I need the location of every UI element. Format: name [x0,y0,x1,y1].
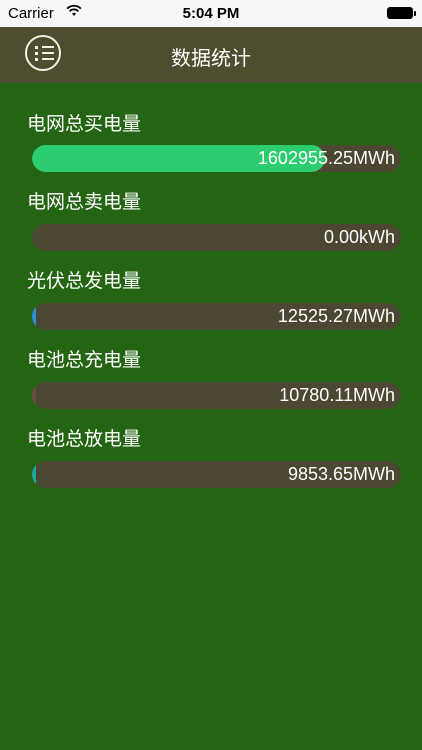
stat-value-grid-sell: 0.00kWh [323,227,395,247]
progress-bar-pv-generation: 12525.27MWh [32,303,401,330]
stat-value-grid-buy: 1602955.25MWh [257,148,395,168]
progress-fill-battery-charge [32,382,37,409]
stat-label-pv-generation: 光伏总发电量 [27,270,142,292]
stat-label-grid-buy: 电网总买电量 [27,113,142,135]
status-time: 5:04 PM [182,5,240,22]
nav-bar: 数据统计 [0,27,422,83]
progress-bar-grid-buy: 1602955.25MWh [32,145,401,172]
page-title: 数据统计 [171,46,251,70]
battery-icon [387,7,416,19]
progress-bar-grid-sell: 0.00kWh [32,224,401,251]
stat-value-battery-discharge: 9853.65MWh [287,464,395,484]
progress-bar-battery-discharge: 9853.65MWh [32,461,401,488]
progress-fill-pv-generation [32,303,37,330]
stat-label-battery-discharge: 电池总放电量 [27,428,142,450]
stat-value-battery-charge: 10780.11MWh [279,385,395,405]
stat-label-battery-charge: 电池总充电量 [27,349,142,371]
progress-fill-battery-discharge [32,461,37,488]
stat-value-pv-generation: 12525.27MWh [277,306,395,326]
stat-label-grid-sell: 电网总卖电量 [27,191,142,213]
status-bar: Carrier 5:04 PM [0,0,422,27]
progress-bar-battery-charge: 10780.11MWh [32,382,401,409]
